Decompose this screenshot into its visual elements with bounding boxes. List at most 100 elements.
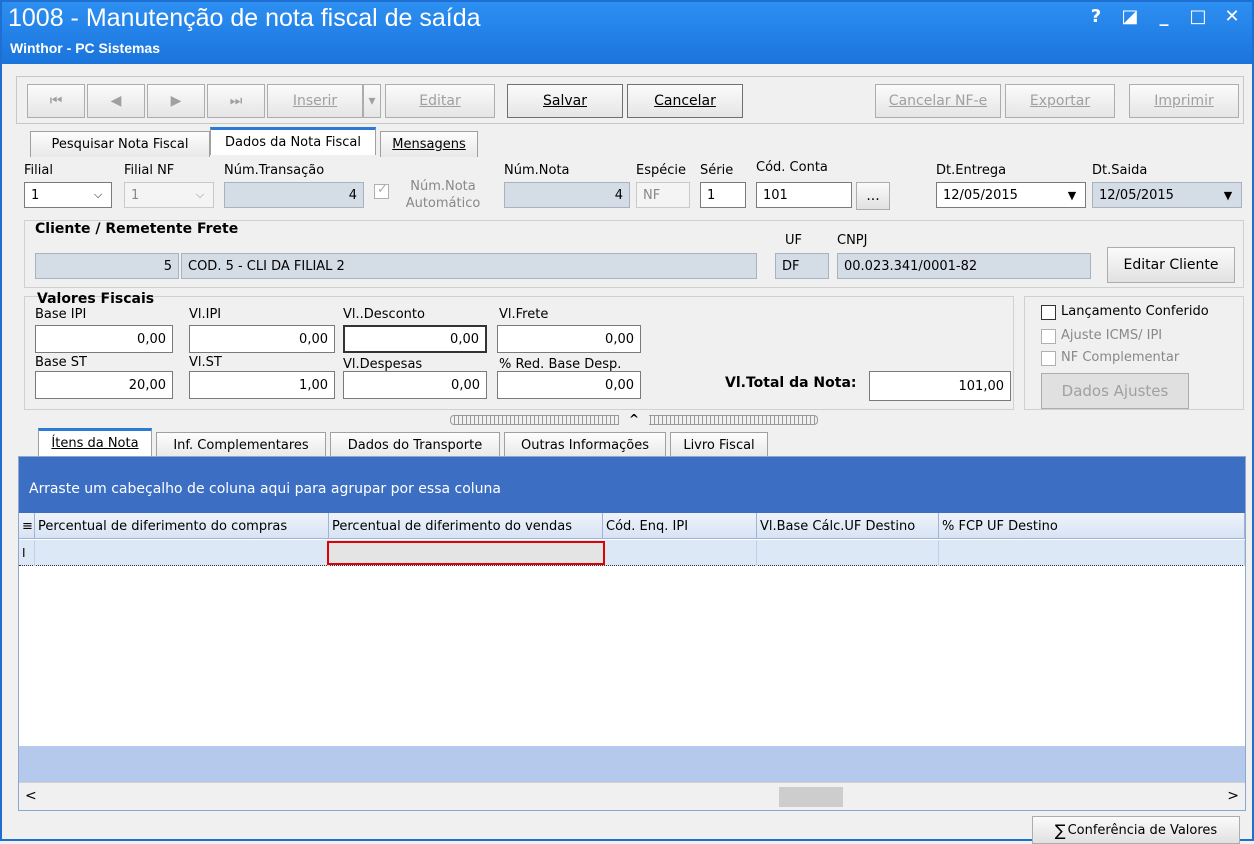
vl-st-label: Vl.ST: [189, 355, 222, 370]
base-ipi-value: 0,00: [137, 331, 166, 347]
num-nota-field[interactable]: 4: [504, 182, 630, 208]
prev-icon: ◀: [110, 93, 122, 109]
column-header-vl-base-calc[interactable]: Vl.Base Cálc.UF Destino: [757, 513, 939, 539]
scroll-right-icon[interactable]: >: [1227, 788, 1239, 804]
cancelar-nfe-label: Cancelar NF-e: [888, 93, 988, 109]
exportar-button[interactable]: Exportar: [1005, 84, 1115, 118]
cod-conta-field[interactable]: 101: [756, 182, 852, 208]
vl-ipi-field[interactable]: 0,00: [189, 325, 335, 353]
cod-conta-value: 101: [763, 187, 788, 203]
red-base-field[interactable]: 0,00: [497, 371, 641, 399]
cancelar-button[interactable]: Cancelar: [627, 84, 743, 118]
serie-value: 1: [707, 187, 716, 203]
tab-inf-complementares[interactable]: Inf. Complementares: [156, 432, 326, 458]
tab-dados-transporte-label: Dados do Transporte: [347, 438, 483, 453]
sigma-icon: ∑: [1054, 820, 1066, 840]
scroll-thumb[interactable]: [779, 787, 843, 807]
filial-nf-select[interactable]: 1 ⌵: [124, 182, 214, 208]
last-record-button[interactable]: ⏭: [207, 84, 265, 118]
tab-dados-transporte[interactable]: Dados do Transporte: [330, 432, 500, 458]
especie-label: Espécie: [636, 163, 686, 178]
vl-total-field[interactable]: 101,00: [869, 371, 1011, 401]
base-st-field[interactable]: 20,00: [35, 371, 173, 399]
cod-conta-label: Cód. Conta: [756, 160, 828, 175]
restore-icon[interactable]: ◪: [1120, 6, 1140, 27]
num-transacao-field[interactable]: 4: [224, 182, 364, 208]
conferencia-valores-button[interactable]: ∑ Conferência de Valores: [1032, 816, 1240, 844]
salvar-button[interactable]: Salvar: [507, 84, 623, 118]
vl-st-field[interactable]: 1,00: [189, 371, 335, 399]
dados-ajustes-button[interactable]: Dados Ajustes: [1041, 373, 1189, 409]
cliente-codigo-value: 5: [163, 258, 172, 274]
dropdown-arrow-icon[interactable]: ▼: [1217, 185, 1239, 205]
next-record-button[interactable]: ▶: [147, 84, 205, 118]
tab-outras-informacoes-label: Outras Informações: [520, 438, 649, 453]
column-header-perc-vendas[interactable]: Percentual de diferimento do vendas: [329, 513, 603, 539]
cell-cod-enq-ipi[interactable]: [603, 540, 757, 566]
inserir-button[interactable]: Inserir: [267, 84, 363, 118]
ajuste-icms-checkbox[interactable]: [1041, 329, 1056, 344]
collapse-icon[interactable]: ^: [619, 412, 649, 426]
cancelar-nfe-button[interactable]: Cancelar NF-e: [875, 84, 1001, 118]
dt-entrega-picker[interactable]: 12/05/2015 ▼: [936, 182, 1086, 208]
num-nota-auto-checkbox[interactable]: ✓: [374, 182, 389, 199]
cod-conta-lookup-button[interactable]: ...: [856, 182, 890, 210]
lancamento-conferido-checkbox[interactable]: [1041, 305, 1056, 320]
column-header-perc-compras[interactable]: Percentual de diferimento do compras: [35, 513, 329, 539]
cell-vl-base-calc[interactable]: [757, 540, 939, 566]
tab-itens-nota[interactable]: Ítens da Nota: [38, 428, 152, 456]
tab-mensagens[interactable]: Mensagens: [380, 131, 478, 157]
conferencia-valores-label: Conferência de Valores: [1067, 822, 1218, 838]
cnpj-value: 00.023.341/0001-82: [844, 258, 978, 274]
table-row[interactable]: I: [19, 540, 1245, 566]
vl-desconto-field[interactable]: 0,00: [343, 325, 487, 353]
especie-field[interactable]: NF: [636, 182, 690, 208]
help-icon[interactable]: ?: [1086, 6, 1106, 27]
splitter-bar[interactable]: ^: [450, 412, 818, 426]
base-ipi-field[interactable]: 0,00: [35, 325, 173, 353]
prev-record-button[interactable]: ◀: [87, 84, 145, 118]
editar-label: Editar: [419, 93, 461, 109]
tab-livro-fiscal[interactable]: Livro Fiscal: [670, 432, 768, 458]
valores-section-title: Valores Fiscais: [37, 291, 155, 307]
horizontal-scrollbar[interactable]: < >: [19, 782, 1245, 810]
tab-dados-nota[interactable]: Dados da Nota Fiscal: [210, 127, 376, 155]
cliente-nome-field[interactable]: COD. 5 - CLI DA FILIAL 2: [181, 253, 757, 279]
column-header-cod-enq-ipi[interactable]: Cód. Enq. IPI: [603, 513, 757, 539]
inserir-dropdown[interactable]: ▾: [363, 84, 381, 118]
cell-perc-vendas-selected[interactable]: [327, 541, 605, 565]
uf-field[interactable]: DF: [775, 253, 829, 279]
cliente-nome-value: COD. 5 - CLI DA FILIAL 2: [188, 258, 345, 274]
vl-frete-field[interactable]: 0,00: [497, 325, 641, 353]
close-icon[interactable]: ✕: [1222, 6, 1242, 27]
tab-pesquisar[interactable]: Pesquisar Nota Fiscal: [30, 131, 210, 157]
serie-field[interactable]: 1: [700, 182, 746, 208]
cell-fcp-uf[interactable]: [939, 540, 1245, 566]
cell-perc-compras[interactable]: [35, 540, 329, 566]
imprimir-button[interactable]: Imprimir: [1129, 84, 1239, 118]
ellipsis-icon: ...: [866, 188, 880, 204]
num-nota-value: 4: [614, 187, 623, 203]
column-header-label: Percentual de diferimento do compras: [38, 518, 288, 534]
column-header-fcp-uf[interactable]: % FCP UF Destino: [939, 513, 1245, 539]
editar-cliente-button[interactable]: Editar Cliente: [1107, 247, 1235, 283]
filial-select[interactable]: 1 ⌵: [24, 182, 112, 208]
column-header-label: Vl.Base Cálc.UF Destino: [760, 518, 916, 534]
maximize-icon[interactable]: □: [1188, 6, 1208, 27]
dt-saida-value: 12/05/2015: [1099, 187, 1174, 203]
cliente-codigo-field[interactable]: 5: [35, 253, 179, 279]
nf-complementar-checkbox[interactable]: [1041, 351, 1056, 366]
scroll-left-icon[interactable]: <: [25, 788, 37, 804]
editar-button[interactable]: Editar: [385, 84, 495, 118]
first-record-button[interactable]: ⏮: [27, 84, 85, 118]
dropdown-arrow-icon[interactable]: ▼: [1061, 185, 1083, 205]
cnpj-field[interactable]: 00.023.341/0001-82: [837, 253, 1091, 279]
group-by-panel[interactable]: Arraste um cabeçalho de coluna aqui para…: [19, 457, 1245, 513]
num-nota-label: Núm.Nota: [504, 163, 570, 178]
column-chooser-icon[interactable]: ≡: [19, 513, 35, 539]
minimize-icon[interactable]: _: [1154, 6, 1174, 27]
dt-saida-picker[interactable]: 12/05/2015 ▼: [1092, 182, 1242, 208]
last-icon: ⏭: [229, 93, 243, 109]
vl-despesas-field[interactable]: 0,00: [343, 371, 487, 399]
tab-outras-informacoes[interactable]: Outras Informações: [504, 432, 666, 458]
